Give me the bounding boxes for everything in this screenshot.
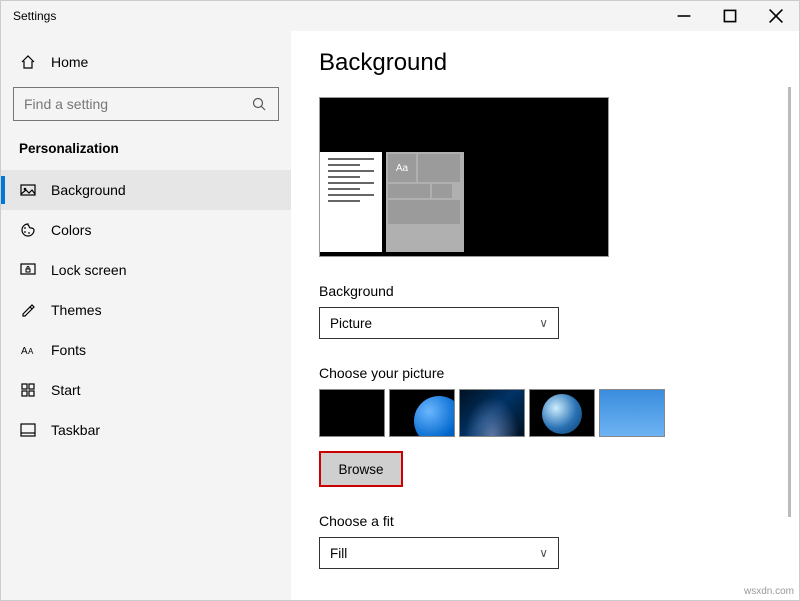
background-dropdown[interactable]: Picture ∨ — [319, 307, 559, 339]
picture-thumb-2[interactable] — [389, 389, 455, 437]
titlebar: Settings — [1, 1, 799, 31]
sidebar-item-taskbar[interactable]: Taskbar — [1, 410, 291, 450]
home-link[interactable]: Home — [1, 43, 291, 83]
sidebar-item-lock-screen[interactable]: Lock screen — [1, 250, 291, 290]
browse-highlight: Browse — [319, 451, 403, 487]
window-controls — [661, 1, 799, 31]
sidebar-item-background[interactable]: Background — [1, 170, 291, 210]
choose-picture-label: Choose your picture — [319, 365, 771, 381]
taskbar-icon — [19, 421, 37, 439]
fit-dropdown[interactable]: Fill ∨ — [319, 537, 559, 569]
dropdown-value: Picture — [330, 316, 372, 331]
svg-text:A: A — [21, 346, 28, 357]
home-icon — [19, 53, 37, 71]
sidebar-item-start[interactable]: Start — [1, 370, 291, 410]
sidebar-item-label: Themes — [51, 302, 102, 318]
sidebar-item-themes[interactable]: Themes — [1, 290, 291, 330]
palette-icon — [19, 221, 37, 239]
main-content: Background Aa Background Picture ∨ Choos… — [291, 31, 799, 600]
sidebar-item-label: Background — [51, 182, 126, 198]
fonts-icon: AA — [19, 341, 37, 359]
scrollbar[interactable] — [788, 87, 791, 517]
page-title: Background — [319, 49, 771, 77]
picture-thumb-4[interactable] — [529, 389, 595, 437]
background-label: Background — [319, 283, 771, 299]
close-button[interactable] — [753, 1, 799, 31]
maximize-button[interactable] — [707, 1, 753, 31]
sidebar-item-label: Colors — [51, 222, 91, 238]
picture-thumb-1[interactable] — [319, 389, 385, 437]
svg-text:A: A — [28, 347, 34, 356]
themes-icon — [19, 301, 37, 319]
picture-thumb-5[interactable] — [599, 389, 665, 437]
sidebar: Home Find a setting Personalization Back… — [1, 31, 291, 600]
search-input[interactable]: Find a setting — [13, 87, 279, 121]
minimize-button[interactable] — [661, 1, 707, 31]
picture-icon — [19, 181, 37, 199]
browse-button[interactable]: Browse — [321, 453, 401, 485]
search-placeholder: Find a setting — [24, 96, 108, 112]
start-icon — [19, 381, 37, 399]
section-header: Personalization — [1, 135, 291, 170]
picture-thumb-3[interactable] — [459, 389, 525, 437]
chevron-down-icon: ∨ — [539, 316, 548, 330]
dropdown-value: Fill — [330, 546, 347, 561]
sidebar-item-fonts[interactable]: AA Fonts — [1, 330, 291, 370]
search-icon — [250, 95, 268, 113]
preview-tile-aa: Aa — [388, 154, 416, 182]
sidebar-item-label: Fonts — [51, 342, 86, 358]
home-label: Home — [51, 54, 88, 70]
background-preview: Aa — [319, 97, 609, 257]
lock-screen-icon — [19, 261, 37, 279]
sidebar-item-label: Lock screen — [51, 262, 126, 278]
fit-label: Choose a fit — [319, 513, 771, 529]
sidebar-item-label: Taskbar — [51, 422, 100, 438]
picture-thumbnails — [319, 389, 771, 437]
watermark: wsxdn.com — [744, 586, 794, 597]
chevron-down-icon: ∨ — [539, 546, 548, 560]
window-title: Settings — [13, 9, 56, 23]
sidebar-item-label: Start — [51, 382, 81, 398]
sidebar-item-colors[interactable]: Colors — [1, 210, 291, 250]
